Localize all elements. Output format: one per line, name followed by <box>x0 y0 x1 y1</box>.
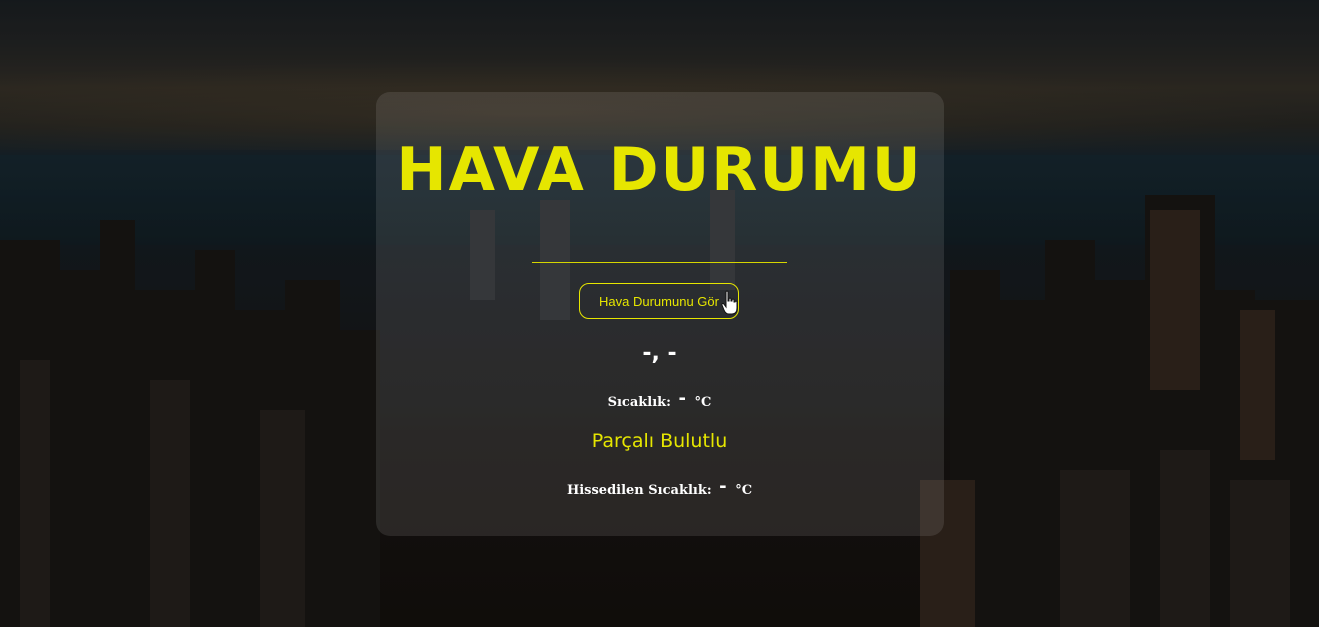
page-title: HAVA DURUMU <box>396 135 923 205</box>
title-divider <box>532 262 787 263</box>
temperature-label: Sıcaklık: <box>607 395 671 410</box>
weather-description: Parçalı Bulutlu <box>591 430 728 452</box>
feels-like-row: Hissedilen Sıcaklık: - °C <box>0 476 1319 502</box>
city-country-label: -, - <box>642 341 677 366</box>
temperature-unit: °C <box>694 395 712 410</box>
feels-like-value: - <box>719 476 727 497</box>
feels-like-label: Hissedilen Sıcaklık: <box>566 483 712 498</box>
temperature-row: Sıcaklık: - °C <box>0 388 1319 414</box>
feels-like-unit: °C <box>735 483 753 498</box>
hand-pointer-icon <box>721 290 738 315</box>
temperature-value: - <box>678 388 686 409</box>
show-weather-button[interactable]: Hava Durumunu Gör <box>579 283 739 319</box>
